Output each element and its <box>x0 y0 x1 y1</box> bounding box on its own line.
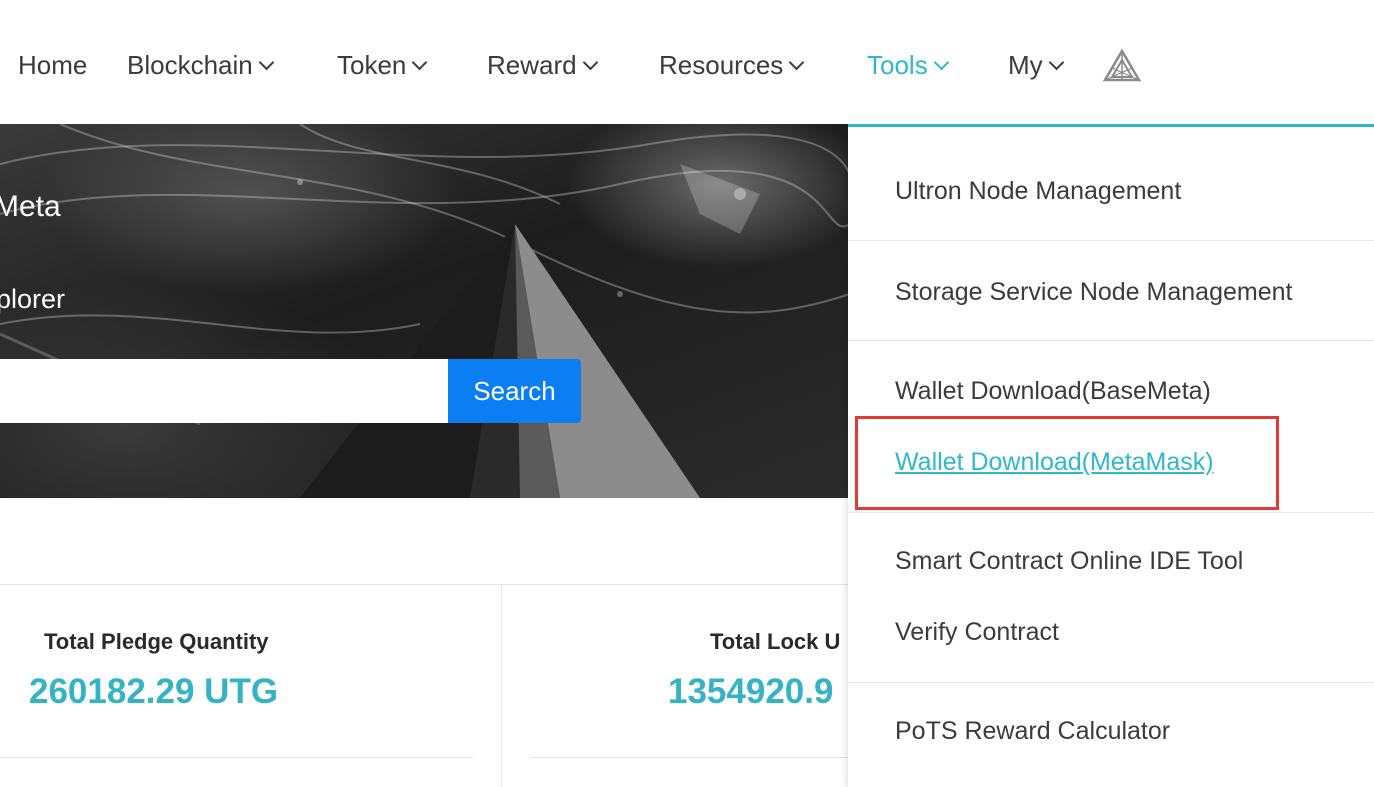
search-input[interactable] <box>0 359 448 423</box>
menu-item-wallet-download-metamask[interactable]: Wallet Download(MetaMask) <box>895 448 1214 477</box>
nav-resources[interactable]: Resources <box>659 50 805 81</box>
stat-underline <box>530 757 848 758</box>
nav-reward-label: Reward <box>487 50 577 80</box>
nav-token-label: Token <box>337 50 407 80</box>
stat-label-pledge: Total Pledge Quantity <box>44 629 269 654</box>
menu-separator <box>848 512 1374 513</box>
hero-background-image <box>0 124 850 498</box>
search-button[interactable]: Search <box>448 359 581 423</box>
chevron-down-icon <box>1048 54 1064 71</box>
menu-item-storage-node-management[interactable]: Storage Service Node Management <box>895 278 1292 307</box>
stat-lock: Total Lock U 1354920.9 <box>502 585 848 787</box>
chevron-down-icon <box>789 54 805 71</box>
nav-tools-label: Tools <box>867 50 928 80</box>
nav-my-label: My <box>1008 50 1043 80</box>
menu-item-verify-contract[interactable]: Verify Contract <box>895 618 1059 647</box>
menu-item-wallet-download-basemeta[interactable]: Wallet Download(BaseMeta) <box>895 377 1211 406</box>
stat-value-lock: 1354920.9 <box>668 672 834 711</box>
nav-token[interactable]: Token <box>337 50 428 81</box>
menu-separator <box>848 240 1374 241</box>
hero-title: Meta <box>0 190 61 223</box>
chevron-down-icon <box>582 54 598 71</box>
nav-resources-label: Resources <box>659 50 784 80</box>
nav-blockchain-label: Blockchain <box>127 50 253 80</box>
stat-value-pledge: 260182.29 UTG <box>29 672 279 711</box>
nav-tools[interactable]: Tools <box>867 50 949 81</box>
menu-item-smart-contract-ide[interactable]: Smart Contract Online IDE Tool <box>895 547 1243 576</box>
nav-my[interactable]: My <box>1008 50 1064 81</box>
stat-label-lock: Total Lock U <box>710 629 841 654</box>
menu-item-ultron-node-management[interactable]: Ultron Node Management <box>895 177 1181 206</box>
menu-separator <box>848 682 1374 683</box>
menu-item-pots-reward-calculator[interactable]: PoTS Reward Calculator <box>895 717 1170 746</box>
triangle-logo-icon[interactable] <box>1102 48 1142 84</box>
chevron-down-icon <box>412 54 428 71</box>
hero-banner: Meta plorer Search <box>0 124 850 498</box>
tools-dropdown-menu: Ultron Node Management Storage Service N… <box>848 124 1374 787</box>
chevron-down-icon <box>258 54 275 71</box>
menu-separator <box>848 340 1374 341</box>
top-navigation: Home Blockchain Token Reward Resources T… <box>0 0 1374 124</box>
nav-home[interactable]: Home <box>18 50 87 81</box>
stat-underline <box>0 757 473 758</box>
hero-subtitle: plorer <box>0 284 66 314</box>
chevron-down-icon <box>933 54 949 71</box>
nav-blockchain[interactable]: Blockchain <box>127 50 275 81</box>
nav-home-label: Home <box>18 50 88 80</box>
nav-reward[interactable]: Reward <box>487 50 598 81</box>
